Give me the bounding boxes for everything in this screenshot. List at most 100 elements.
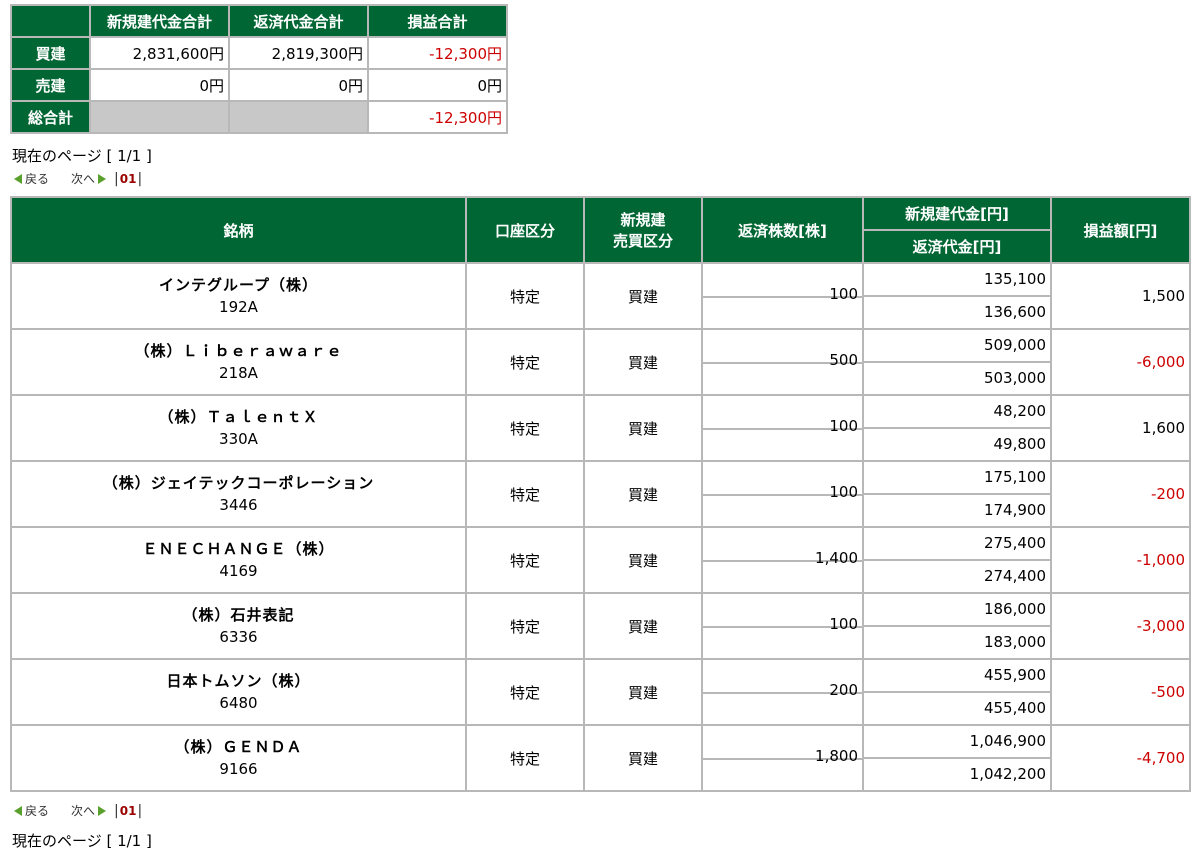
header-trade-type-line2: 売買区分 bbox=[612, 232, 673, 250]
stock-cell: 日本トムソン（株） 6480 bbox=[10, 658, 467, 726]
profit-loss: -1,000 bbox=[1050, 526, 1191, 594]
pager-separator: | bbox=[114, 170, 119, 187]
trade-type: 買建 bbox=[583, 724, 703, 792]
profit-loss: -200 bbox=[1050, 460, 1191, 528]
qty-cell: 100 bbox=[701, 394, 864, 462]
summary-empty-cell bbox=[228, 100, 369, 134]
repay-qty: 100 bbox=[829, 285, 858, 303]
new-amount: 175,100 bbox=[864, 462, 1050, 495]
stock-name: 日本トムソン（株） bbox=[166, 672, 311, 690]
stock-cell: （株）ＧＥＮＤＡ 9166 bbox=[10, 724, 467, 792]
account-type: 特定 bbox=[465, 460, 585, 528]
repay-amount: 455,400 bbox=[983, 699, 1046, 717]
header-trade-type-line1: 新規建 bbox=[620, 211, 666, 229]
trade-type: 買建 bbox=[583, 658, 703, 726]
next-link[interactable]: 次へ bbox=[71, 170, 95, 187]
new-amount: 275,400 bbox=[864, 528, 1050, 561]
prev-link[interactable]: 戻る bbox=[25, 170, 49, 187]
account-type: 特定 bbox=[465, 658, 585, 726]
prev-link[interactable]: 戻る bbox=[25, 802, 49, 819]
next-arrow-icon bbox=[98, 173, 107, 184]
position-row: 日本トムソン（株） 6480 特定 買建 200 455,900 455,400 -500 bbox=[10, 658, 1191, 726]
header-repay-amount: 返済代金[円] bbox=[862, 229, 1052, 264]
stock-name: インテグループ（株） bbox=[158, 276, 319, 294]
next-arrow-icon bbox=[98, 805, 107, 816]
stock-name: （株）ＴａｌｅｎｔＸ bbox=[158, 408, 319, 426]
amount-cell: 48,200 49,800 bbox=[862, 394, 1052, 462]
position-row: （株）石井表記 6336 特定 買建 100 186,000 183,000 -3,000 bbox=[10, 592, 1191, 660]
summary-empty-cell bbox=[89, 100, 230, 134]
header-new-amount: 新規建代金[円] bbox=[862, 196, 1052, 231]
stock-name: （株）Ｌｉｂｅｒａｗａｒｅ bbox=[134, 342, 343, 360]
stock-cell: （株）ジェイテックコーポレーション 3446 bbox=[10, 460, 467, 528]
page-link-01[interactable]: 01 bbox=[120, 804, 137, 818]
trade-type: 買建 bbox=[583, 394, 703, 462]
trade-type: 買建 bbox=[583, 592, 703, 660]
stock-code: 3446 bbox=[219, 496, 258, 514]
stock-code: 6336 bbox=[219, 628, 258, 646]
profit-loss: 1,600 bbox=[1050, 394, 1191, 462]
repay-qty: 100 bbox=[829, 615, 858, 633]
stock-cell: （株）ＴａｌｅｎｔＸ 330A bbox=[10, 394, 467, 462]
summary-pl: -12,300円 bbox=[367, 36, 508, 70]
amount-cell: 455,900 455,400 bbox=[862, 658, 1052, 726]
summary-repay-total: 2,819,300円 bbox=[228, 36, 369, 70]
position-row: （株）ＧＥＮＤＡ 9166 特定 買建 1,800 1,046,900 1,042,200-… bbox=[10, 724, 1191, 792]
summary-header-new-total: 新規建代金合計 bbox=[89, 4, 230, 38]
account-type: 特定 bbox=[465, 592, 585, 660]
summary-row-label: 売建 bbox=[10, 68, 91, 102]
stock-cell: ＥＮＥＣＨＡＮＧＥ（株） 4169 bbox=[10, 526, 467, 594]
summary-new-total: 2,831,600円 bbox=[89, 36, 230, 70]
account-type: 特定 bbox=[465, 724, 585, 792]
prev-arrow-icon bbox=[14, 805, 22, 816]
qty-cell: 100 bbox=[701, 592, 864, 660]
page-link-01[interactable]: 01 bbox=[120, 172, 137, 186]
amount-cell: 135,100 136,600 bbox=[862, 262, 1052, 330]
new-amount: 48,200 bbox=[864, 396, 1050, 429]
stock-cell: （株）石井表記 6336 bbox=[10, 592, 467, 660]
stock-code: 9166 bbox=[219, 760, 258, 778]
repay-amount: 49,800 bbox=[993, 435, 1047, 453]
pager-separator: | bbox=[137, 170, 143, 187]
amount-cell: 509,000 503,000 bbox=[862, 328, 1052, 396]
position-row: （株）Ｌｉｂｅｒａｗａｒｅ 218A 特定 買建 500 509,000 503,000 -6… bbox=[10, 328, 1191, 396]
repay-amount: 1,042,200 bbox=[969, 765, 1046, 783]
stock-cell: （株）Ｌｉｂｅｒａｗａｒｅ 218A bbox=[10, 328, 467, 396]
qty-cell: 1,800 bbox=[701, 724, 864, 792]
stock-name: （株）ＧＥＮＤＡ bbox=[174, 738, 303, 756]
page-info-top: 現在のページ [ 1/1 ] bbox=[12, 147, 152, 165]
repay-qty: 1,400 bbox=[815, 549, 858, 567]
repay-qty: 100 bbox=[829, 417, 858, 435]
account-type: 特定 bbox=[465, 526, 585, 594]
stock-name: （株）ジェイテックコーポレーション bbox=[102, 474, 375, 492]
next-link[interactable]: 次へ bbox=[71, 802, 95, 819]
amount-cell: 275,400 274,400 bbox=[862, 526, 1052, 594]
stock-cell: インテグループ（株） 192A bbox=[10, 262, 467, 330]
profit-loss: -500 bbox=[1050, 658, 1191, 726]
profit-loss: -4,700 bbox=[1050, 724, 1191, 792]
trade-type: 買建 bbox=[583, 328, 703, 396]
repay-qty: 200 bbox=[829, 681, 858, 699]
position-row: インテグループ（株） 192A 特定 買建 100 135,100 136,600 1,500 bbox=[10, 262, 1191, 330]
header-pl: 損益額[円] bbox=[1050, 196, 1191, 264]
prev-arrow-icon bbox=[14, 173, 22, 184]
positions-table: 銘柄 口座区分 新規建 売買区分 返済株数[株] 新規建代金[円] 損益額[円]… bbox=[10, 196, 1191, 792]
amount-cell: 175,100 174,900 bbox=[862, 460, 1052, 528]
repay-qty: 500 bbox=[829, 351, 858, 369]
repay-qty: 100 bbox=[829, 483, 858, 501]
summary-header-repay-total: 返済代金合計 bbox=[228, 4, 369, 38]
stock-code: 4169 bbox=[219, 562, 258, 580]
summary-header-pl-total: 損益合計 bbox=[367, 4, 508, 38]
header-stock: 銘柄 bbox=[10, 196, 467, 264]
new-amount: 455,900 bbox=[864, 660, 1050, 693]
repay-amount: 136,600 bbox=[983, 303, 1046, 321]
stock-code: 330A bbox=[219, 430, 258, 448]
summary-row-buy: 買建 2,831,600円 2,819,300円 -12,300円 bbox=[10, 36, 508, 70]
position-row: （株）ＴａｌｅｎｔＸ 330A 特定 買建 100 48,200 49,800 1,600 bbox=[10, 394, 1191, 462]
repay-amount: 503,000 bbox=[983, 369, 1046, 387]
profit-loss: -6,000 bbox=[1050, 328, 1191, 396]
account-type: 特定 bbox=[465, 328, 585, 396]
summary-table: 新規建代金合計 返済代金合計 損益合計 買建 2,831,600円 2,819,… bbox=[10, 4, 508, 134]
stock-name: ＥＮＥＣＨＡＮＧＥ（株） bbox=[142, 540, 335, 558]
stock-code: 192A bbox=[219, 298, 258, 316]
